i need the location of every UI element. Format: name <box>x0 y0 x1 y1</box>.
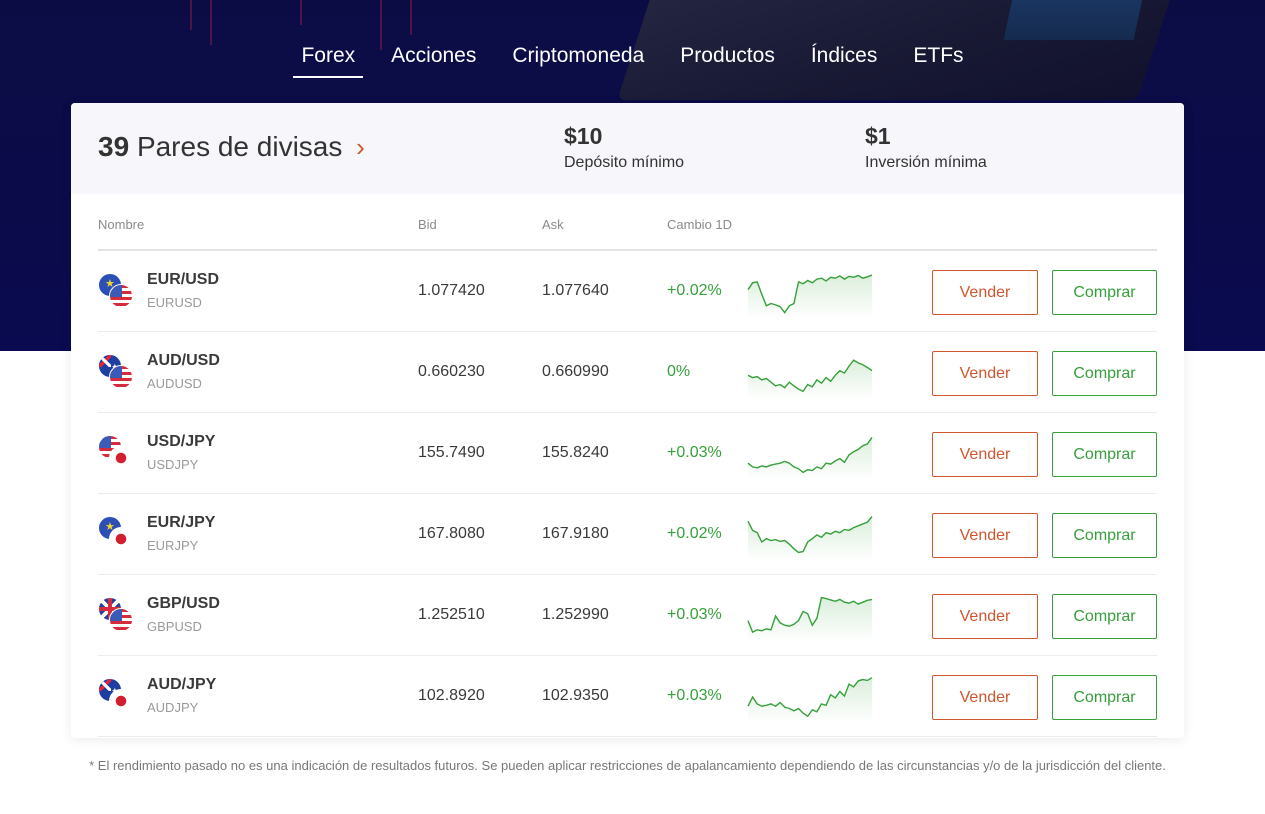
table-row: EUR/USD EURUSD 1.077420 1.077640 +0.02% … <box>98 251 1157 332</box>
sell-button[interactable]: Vender <box>932 594 1038 639</box>
table-row: AUD/USD AUDUSD 0.660230 0.660990 0% Vend… <box>98 332 1157 413</box>
min-deposit-value: $10 <box>564 123 603 149</box>
forex-card: 39 Pares de divisas › $10 Depósito mínim… <box>71 103 1184 738</box>
ask-price: 0.660990 <box>542 363 609 380</box>
tab-forex[interactable]: Forex <box>283 40 373 78</box>
pairs-count: 39 <box>98 131 130 162</box>
tab-etfs[interactable]: ETFs <box>895 40 981 78</box>
tab-indices[interactable]: Índices <box>793 40 896 78</box>
header-name: Nombre <box>98 217 145 232</box>
sparkline-area <box>748 437 872 480</box>
table-row: USD/JPY USDJPY 155.7490 155.8240 +0.03% … <box>98 413 1157 494</box>
bid-price: 0.660230 <box>418 363 485 380</box>
candle-decoration <box>210 0 212 45</box>
sparkline-chart <box>747 596 873 642</box>
sparkline-chart <box>747 437 873 480</box>
ask-price: 1.252990 <box>542 606 609 623</box>
pair-flags <box>98 597 138 637</box>
pair-symbol[interactable]: USD/JPY <box>147 433 215 451</box>
pair-code: AUDJPY <box>147 700 199 715</box>
bid-price: 1.077420 <box>418 282 485 299</box>
bid-price: 1.252510 <box>418 606 485 623</box>
change-1d: +0.02% <box>667 282 722 299</box>
change-1d: +0.02% <box>667 525 722 542</box>
pair-flags <box>98 354 138 394</box>
sell-button[interactable]: Vender <box>932 351 1038 396</box>
tab-productos[interactable]: Productos <box>662 40 793 78</box>
min-deposit-stat: $10 Depósito mínimo <box>564 123 684 172</box>
sparkline-chart <box>747 359 873 399</box>
ask-price: 1.077640 <box>542 282 609 299</box>
chevron-right-icon: › <box>356 132 365 162</box>
pair-symbol[interactable]: AUD/USD <box>147 352 220 370</box>
us-flag-icon <box>109 365 133 389</box>
pairs-link[interactable]: 39 Pares de divisas › <box>98 131 365 163</box>
ask-price: 102.9350 <box>542 687 609 704</box>
us-flag-icon <box>109 284 133 308</box>
change-1d: 0% <box>667 363 691 380</box>
laptop-screen-graphic <box>1003 0 1147 40</box>
sell-button[interactable]: Vender <box>932 270 1038 315</box>
ask-price: 167.9180 <box>542 525 609 542</box>
buy-button[interactable]: Comprar <box>1052 594 1157 639</box>
change-1d: +0.03% <box>667 606 722 623</box>
min-investment-label: Inversión mínima <box>865 154 987 171</box>
candle-decoration <box>410 0 412 35</box>
jp-flag-icon <box>109 527 133 551</box>
pair-code: GBPUSD <box>147 619 202 634</box>
candle-decoration <box>190 0 192 30</box>
change-1d: +0.03% <box>667 444 722 461</box>
change-1d: +0.03% <box>667 687 722 704</box>
market-tabs: Forex Acciones Criptomoneda Productos Ín… <box>0 40 1265 78</box>
buy-button[interactable]: Comprar <box>1052 675 1157 720</box>
sell-button[interactable]: Vender <box>932 513 1038 558</box>
table-header: Nombre Bid Ask Cambio 1D <box>98 207 1157 251</box>
sparkline-chart <box>747 274 873 318</box>
min-deposit-label: Depósito mínimo <box>564 154 685 171</box>
pair-flags <box>98 273 138 313</box>
buy-button[interactable]: Comprar <box>1052 513 1157 558</box>
table-row: EUR/JPY EURJPY 167.8080 167.9180 +0.02% … <box>98 494 1157 575</box>
pair-symbol[interactable]: GBP/USD <box>147 595 220 613</box>
candle-decoration <box>300 0 302 25</box>
min-investment-value: $1 <box>865 123 891 149</box>
bid-price: 155.7490 <box>418 444 485 461</box>
pair-flags <box>98 678 138 718</box>
header-ask: Ask <box>542 217 564 232</box>
pair-code: EURJPY <box>147 538 199 553</box>
sparkline-chart <box>747 516 873 561</box>
jp-flag-icon <box>109 446 133 470</box>
disclaimer: * El rendimiento pasado no es una indica… <box>89 758 1166 773</box>
card-summary: 39 Pares de divisas › $10 Depósito mínim… <box>71 103 1184 194</box>
ask-price: 155.8240 <box>542 444 609 461</box>
tab-criptomoneda[interactable]: Criptomoneda <box>494 40 662 78</box>
sparkline-chart <box>747 677 873 723</box>
tab-acciones[interactable]: Acciones <box>373 40 494 78</box>
pairs-label: Pares de divisas <box>136 131 343 162</box>
header-change: Cambio 1D <box>667 217 733 232</box>
pair-code: AUDUSD <box>147 376 202 391</box>
pair-symbol[interactable]: AUD/JPY <box>147 676 216 694</box>
table-row: AUD/JPY AUDJPY 102.8920 102.9350 +0.03% … <box>98 656 1157 737</box>
sell-button[interactable]: Vender <box>932 432 1038 477</box>
pair-code: EURUSD <box>147 295 202 310</box>
jp-flag-icon <box>109 689 133 713</box>
bid-price: 102.8920 <box>418 687 485 704</box>
pair-flags <box>98 516 138 556</box>
min-investment-stat: $1 Inversión mínima <box>865 123 987 172</box>
pair-code: USDJPY <box>147 457 199 472</box>
sparkline-area <box>748 677 872 723</box>
sell-button[interactable]: Vender <box>932 675 1038 720</box>
us-flag-icon <box>109 608 133 632</box>
pair-flags <box>98 435 138 475</box>
buy-button[interactable]: Comprar <box>1052 270 1157 315</box>
buy-button[interactable]: Comprar <box>1052 351 1157 396</box>
bid-price: 167.8080 <box>418 525 485 542</box>
pair-symbol[interactable]: EUR/USD <box>147 271 219 289</box>
pair-symbol[interactable]: EUR/JPY <box>147 514 215 532</box>
table-row: GBP/USD GBPUSD 1.252510 1.252990 +0.03% … <box>98 575 1157 656</box>
header-bid: Bid <box>418 217 437 232</box>
buy-button[interactable]: Comprar <box>1052 432 1157 477</box>
